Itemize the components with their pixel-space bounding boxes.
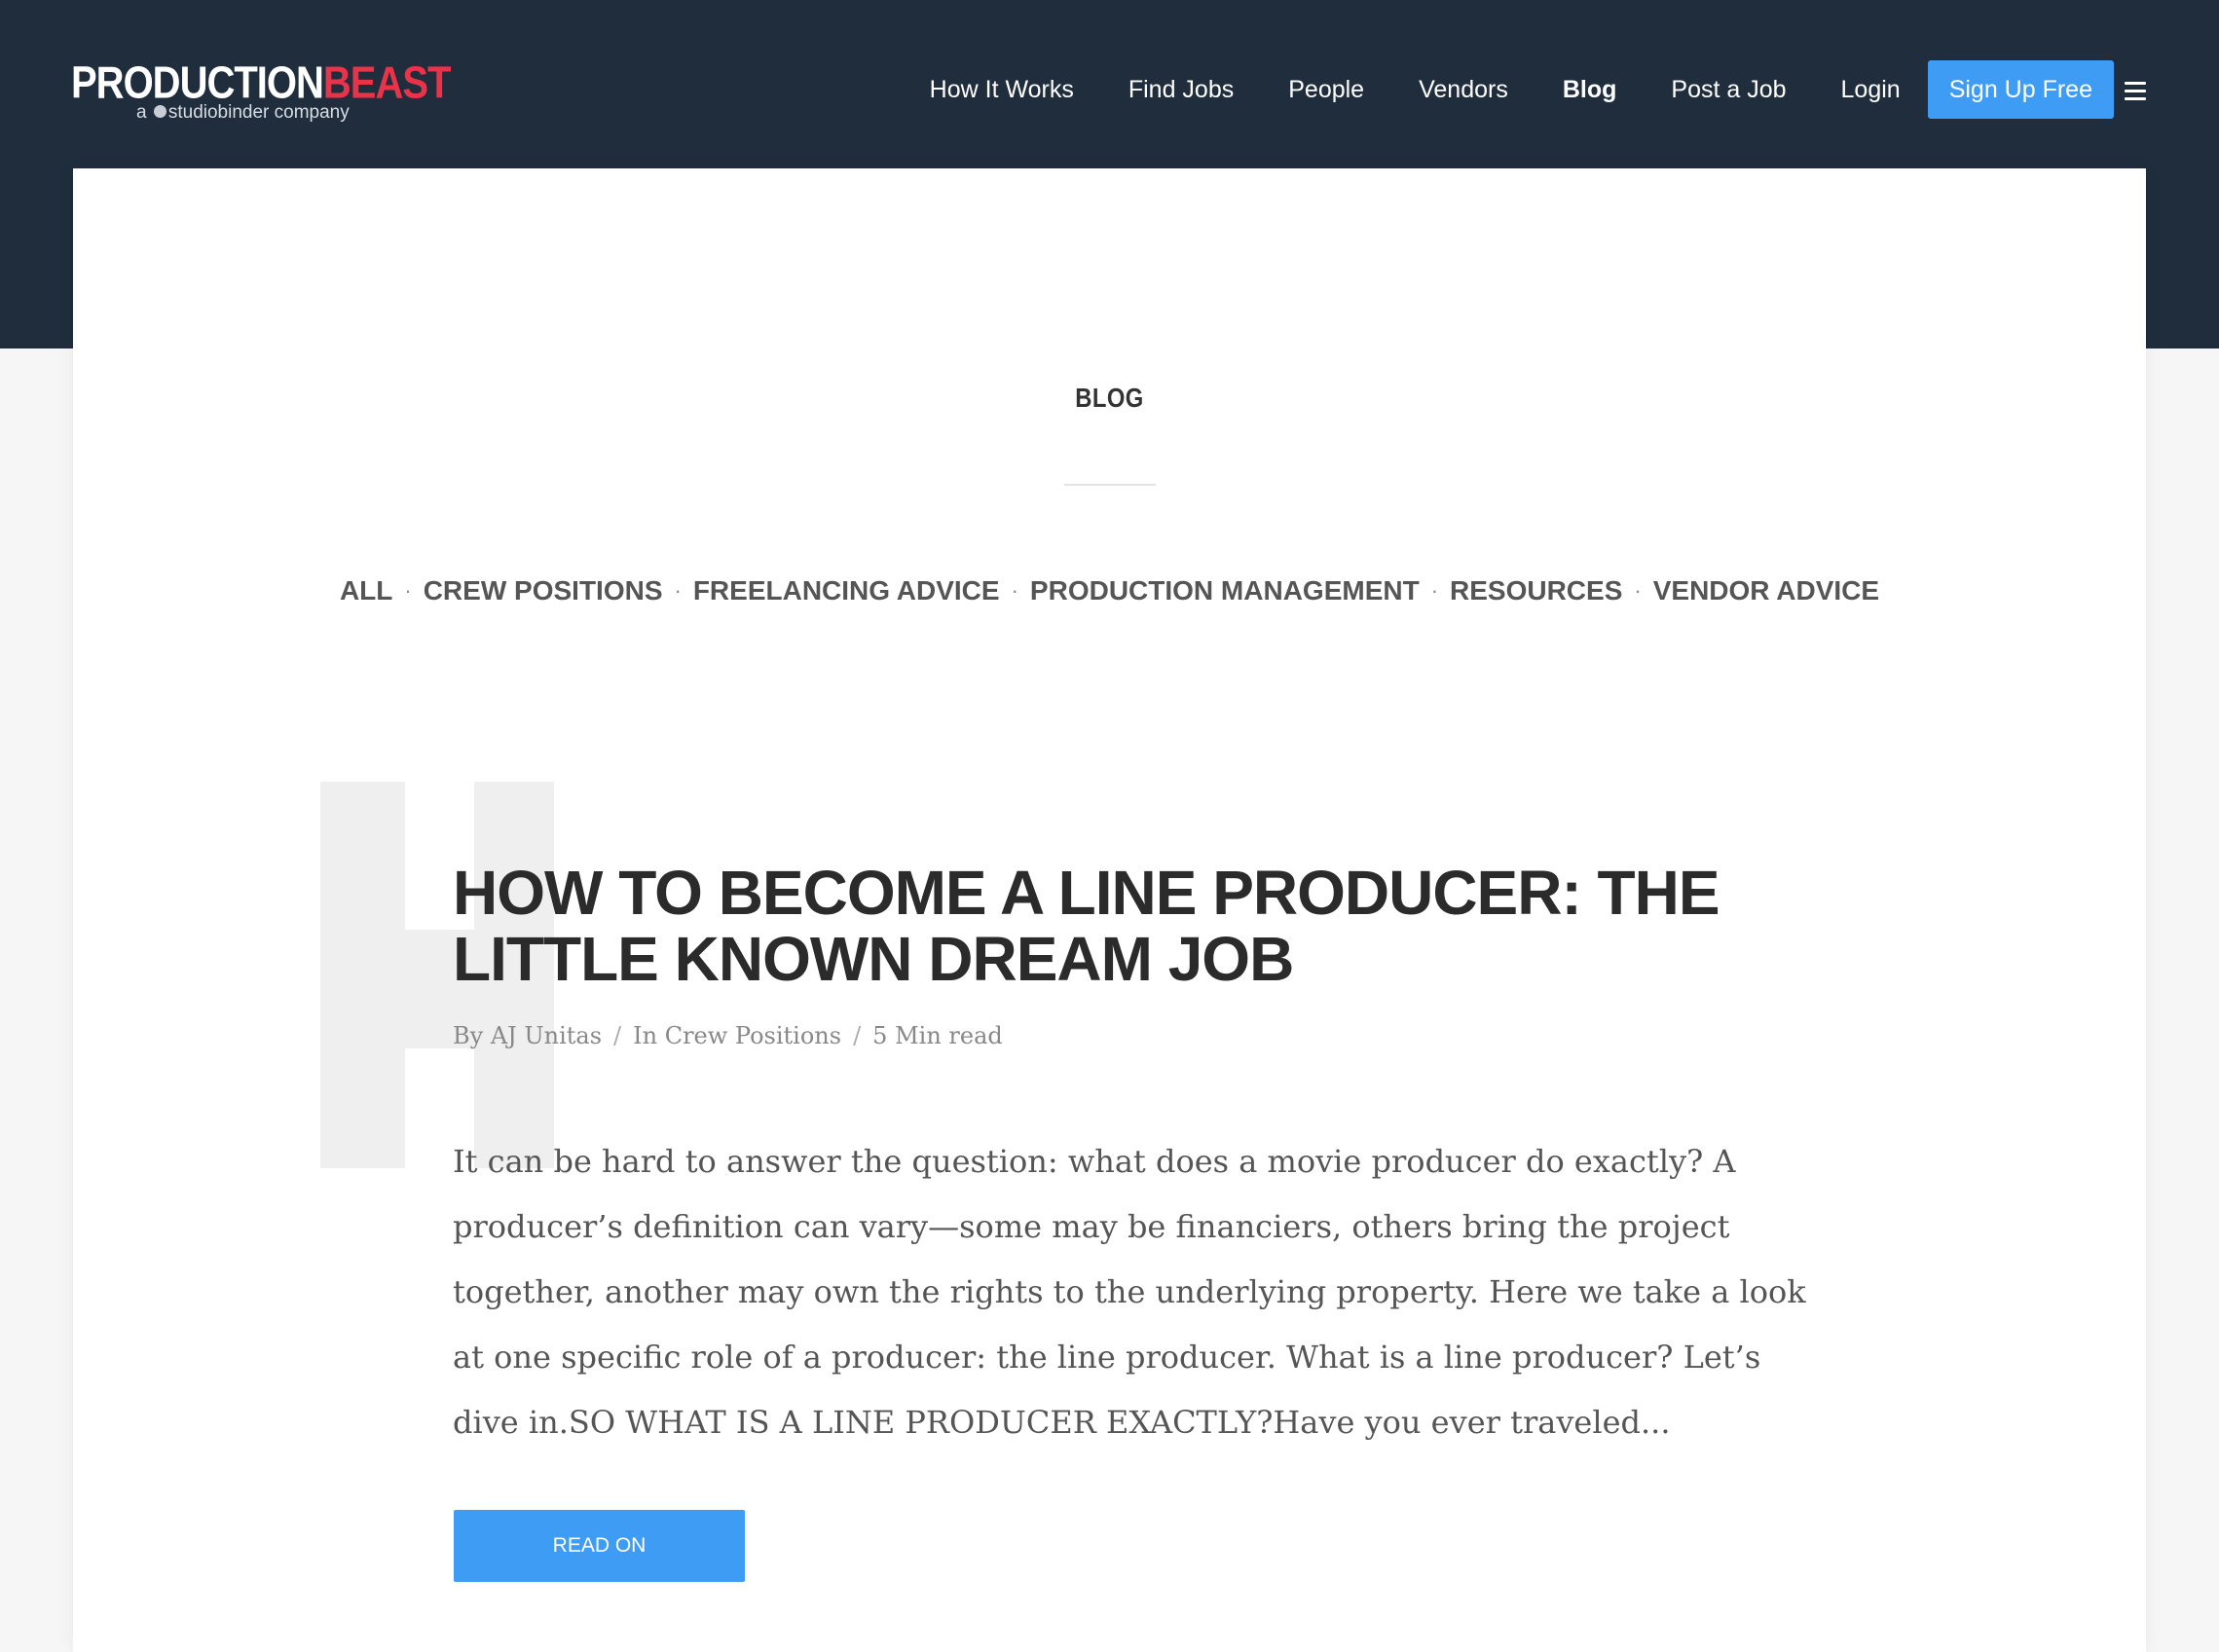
post-meta: By AJ Unitas / In Crew Positions / 5 Min rea… [453,1022,1003,1049]
logo-tagline: a studiobinder company [136,102,350,123]
page-title: BLOG [1075,383,1144,413]
nav-people[interactable]: People [1288,60,1364,119]
hamburger-icon[interactable] [2125,82,2146,100]
post-excerpt: It can be hard to answer the question: w… [453,1143,1806,1441]
read-on-button[interactable]: READ ON [454,1510,745,1582]
nav-login[interactable]: Login [1841,60,1901,119]
category-separator: · [404,578,412,603]
sign-up-button[interactable]: Sign Up Free [1927,60,2114,119]
nav-vendors[interactable]: Vendors [1419,60,1508,119]
nav-how-it-works[interactable]: How It Works [930,60,1074,119]
post-title[interactable]: HOW TO BECOME A LINE PRODUCER: THE LITTL… [453,860,1816,992]
category-freelancing-advice[interactable]: FREELANCING ADVICE [693,575,1000,606]
category-crew-positions[interactable]: CREW POSITIONS [424,575,663,606]
nav-post-a-job[interactable]: Post a Job [1671,60,1786,119]
title-divider [1064,484,1156,486]
blog-card: BLOG ALL · CREW POSITIONS · FREELANCING … [73,168,2146,1652]
productionbeast-logo[interactable]: PRODUCTIONBEAST a studiobinder company [71,58,451,128]
meta-separator: / [853,1022,862,1049]
post-category[interactable]: In Crew Positions [633,1022,841,1049]
main-nav: How It Works Find Jobs People Vendors Bl… [875,60,2114,119]
category-resources[interactable]: RESOURCES [1450,575,1622,606]
category-separator: · [674,578,682,603]
category-separator: · [1430,578,1439,603]
category-all[interactable]: ALL [340,575,392,606]
nav-find-jobs[interactable]: Find Jobs [1128,60,1234,119]
post-author[interactable]: By AJ Unitas [453,1022,602,1049]
post-read-time: 5 Min read [872,1022,1003,1049]
category-separator: · [1011,578,1018,603]
nav-blog[interactable]: Blog [1563,60,1617,119]
category-production-management[interactable]: PRODUCTION MANAGEMENT [1030,575,1420,606]
category-filter: ALL · CREW POSITIONS · FREELANCING ADVIC… [73,575,2146,606]
category-separator: · [1634,578,1642,603]
logo-wordmark: PRODUCTIONBEAST [71,58,451,108]
meta-separator: / [613,1022,622,1049]
category-vendor-advice[interactable]: VENDOR ADVICE [1653,575,1879,606]
studiobinder-icon [153,104,166,118]
